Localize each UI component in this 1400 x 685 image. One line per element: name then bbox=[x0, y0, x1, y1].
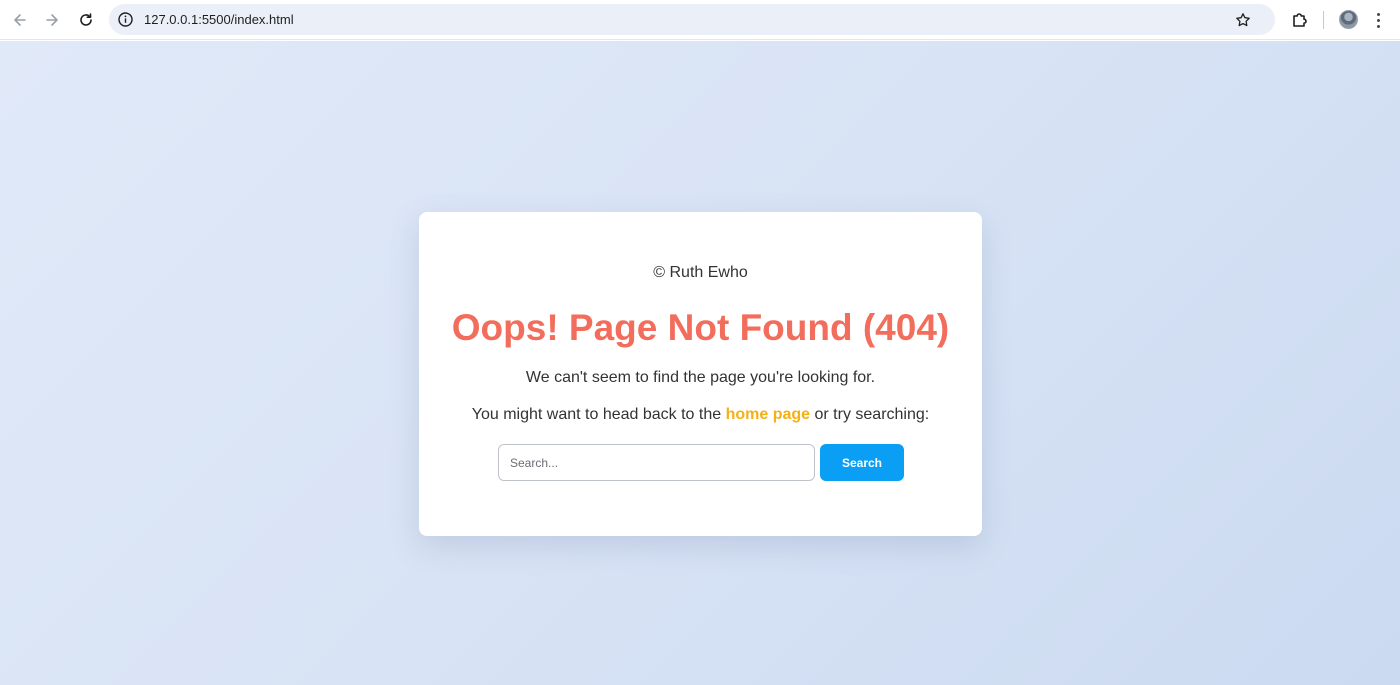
kebab-menu-icon[interactable] bbox=[1370, 10, 1386, 30]
arrow-right-icon bbox=[46, 14, 58, 26]
page-background: © Ruth Ewho Oops! Page Not Found (404) W… bbox=[0, 41, 1400, 685]
info-icon[interactable] bbox=[117, 11, 134, 28]
address-bar[interactable]: 127.0.0.1:5500/index.html bbox=[109, 4, 1275, 35]
back-button[interactable] bbox=[8, 8, 32, 32]
page-title: Oops! Page Not Found (404) bbox=[451, 307, 950, 348]
suggestion-suffix: or try searching: bbox=[814, 406, 930, 423]
url-text[interactable]: 127.0.0.1:5500/index.html bbox=[144, 4, 294, 35]
forward-button[interactable] bbox=[40, 8, 64, 32]
copyright-text: © Ruth Ewho bbox=[653, 264, 748, 281]
toolbar-divider bbox=[1323, 11, 1324, 29]
reload-button[interactable] bbox=[74, 8, 98, 32]
error-card: © Ruth Ewho Oops! Page Not Found (404) W… bbox=[419, 212, 982, 536]
error-message: We can't seem to find the page you're lo… bbox=[525, 369, 876, 386]
arrow-left-icon bbox=[14, 14, 26, 26]
suggestion-prefix: You might want to head back to the bbox=[471, 406, 722, 423]
browser-toolbar: 127.0.0.1:5500/index.html bbox=[0, 0, 1400, 40]
reload-icon bbox=[80, 13, 92, 26]
home-page-link[interactable]: home page bbox=[726, 406, 810, 423]
star-icon bbox=[1236, 13, 1250, 27]
avatar[interactable] bbox=[1339, 10, 1358, 29]
puzzle-icon bbox=[1293, 13, 1307, 27]
search-input[interactable] bbox=[498, 444, 815, 481]
extensions-button[interactable] bbox=[1288, 8, 1312, 32]
bookmark-button[interactable] bbox=[1233, 10, 1253, 30]
suggestion-text: You might want to head back to the home … bbox=[419, 406, 982, 424]
search-button[interactable]: Search bbox=[820, 444, 904, 481]
